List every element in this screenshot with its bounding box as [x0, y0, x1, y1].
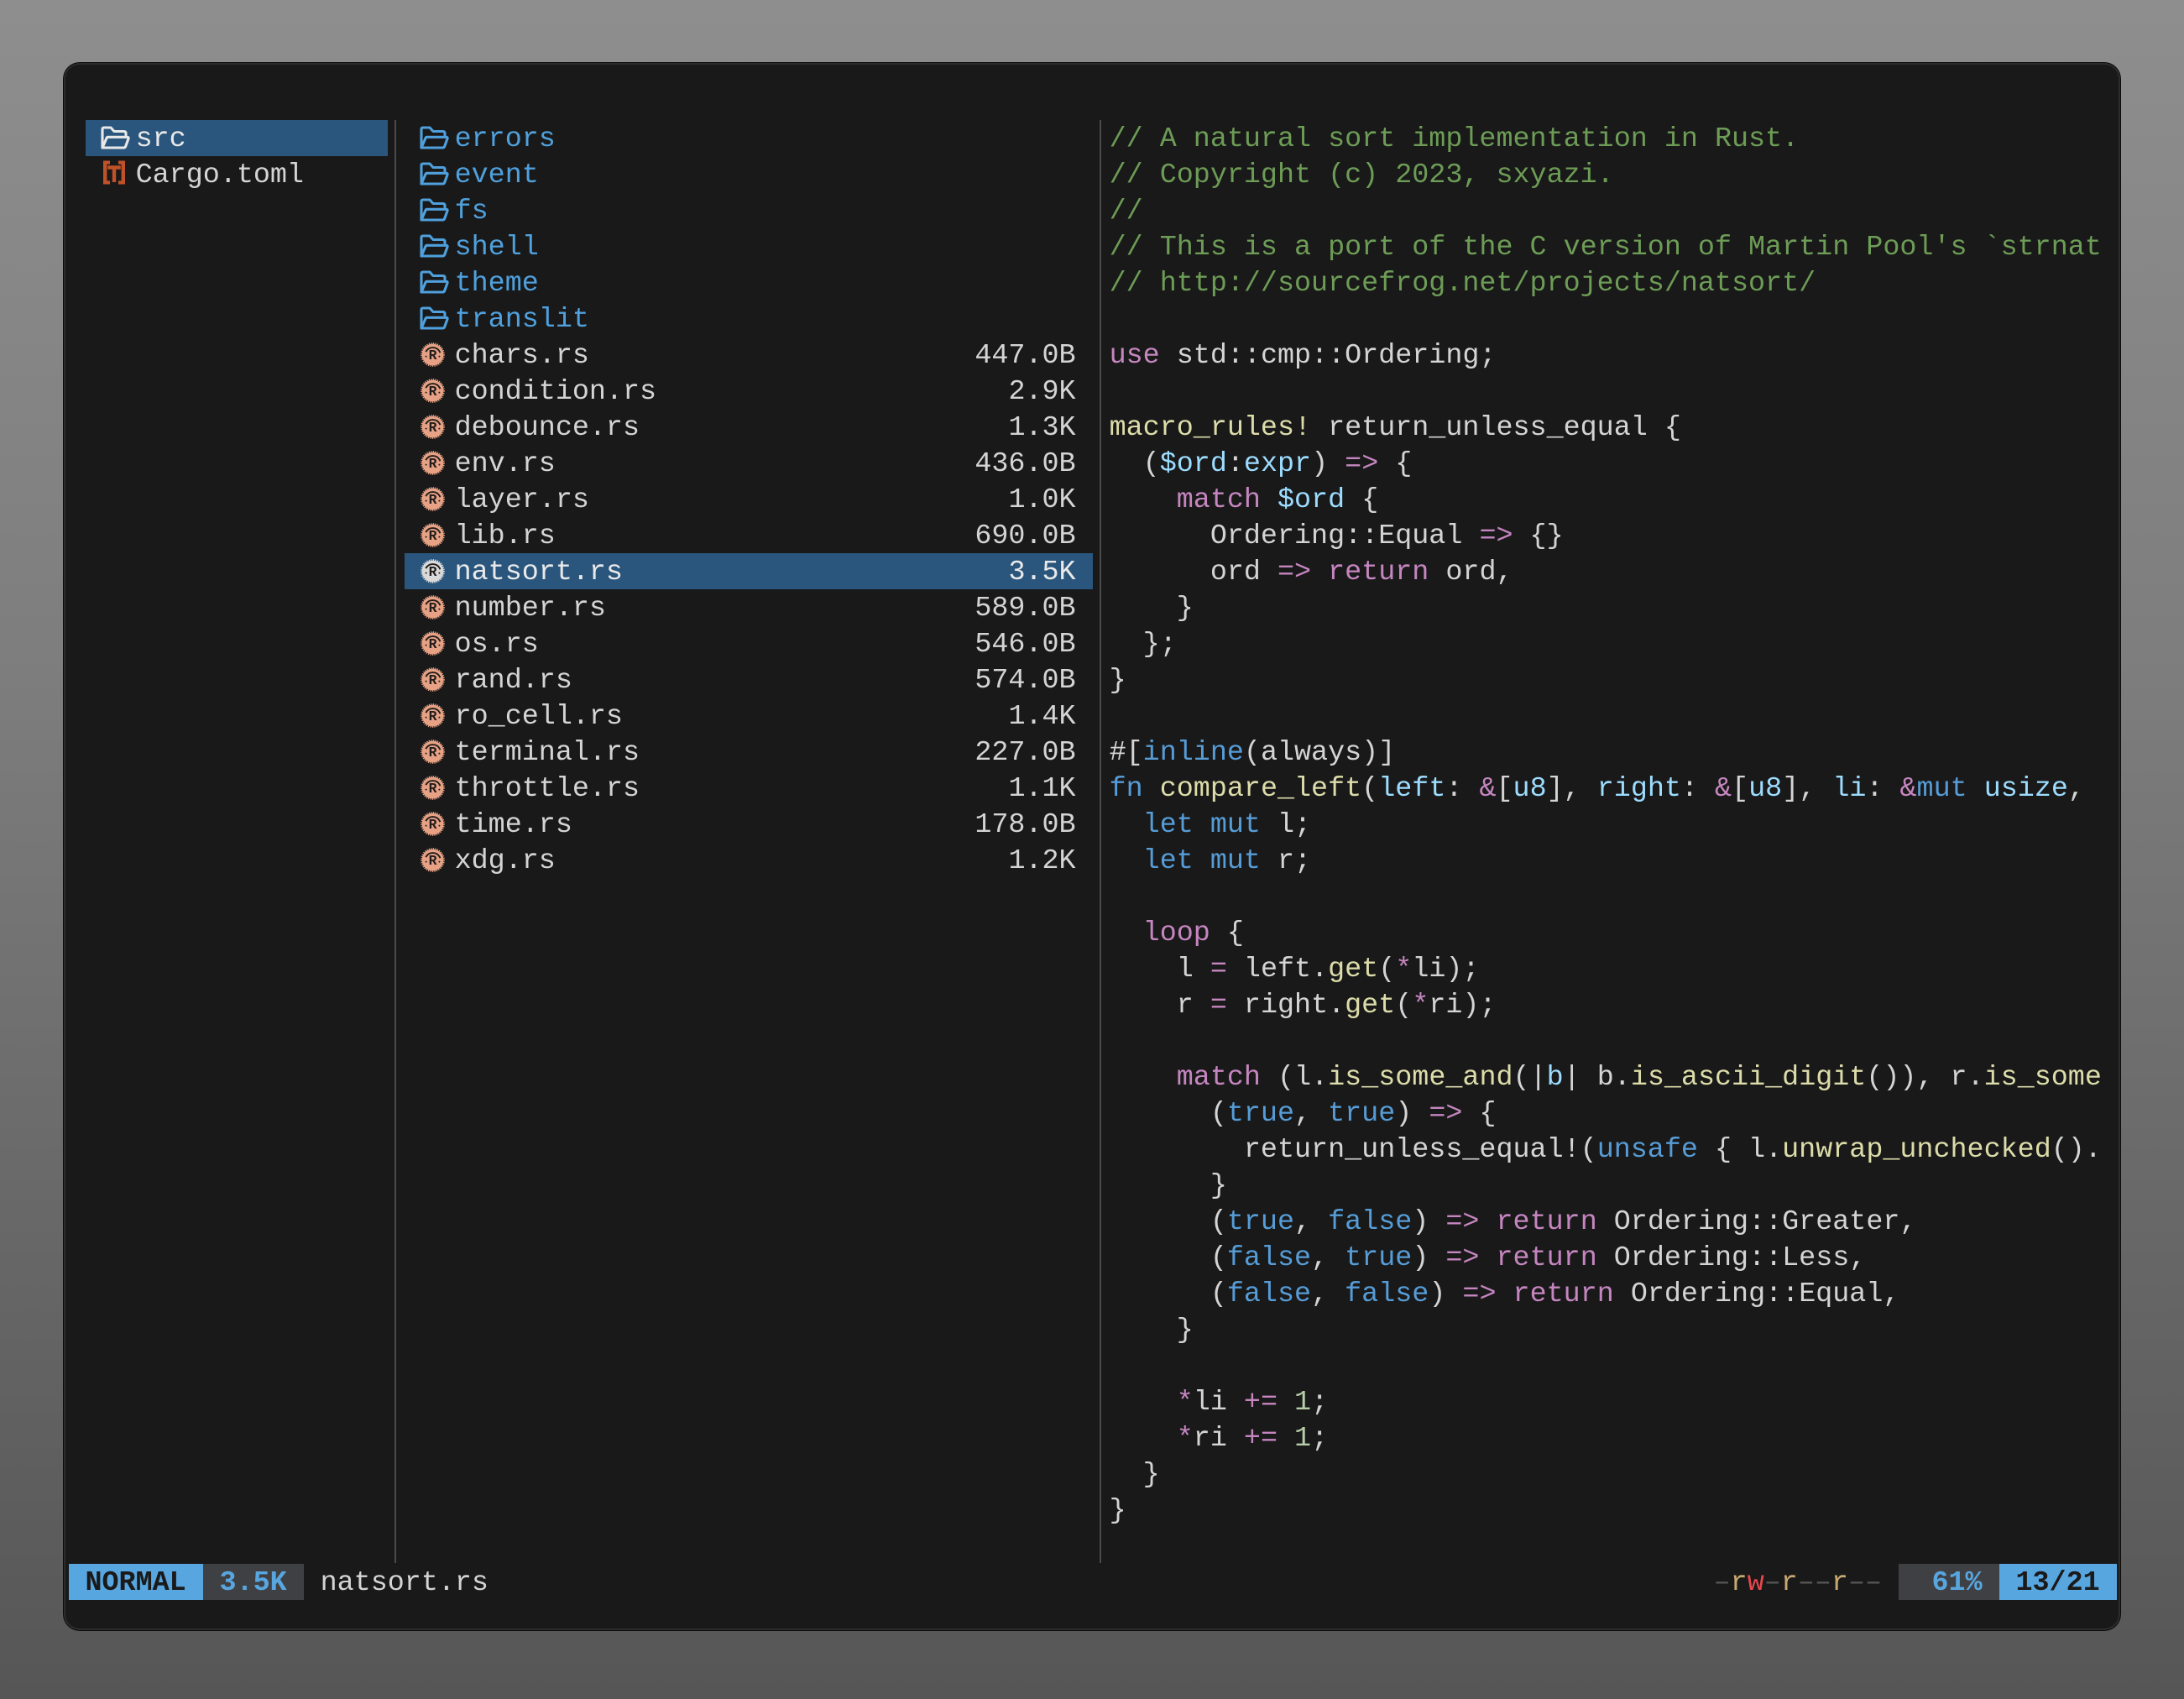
svg-text:R: R — [429, 492, 437, 508]
svg-text:R: R — [429, 817, 437, 833]
svg-text:R: R — [429, 528, 437, 544]
svg-text:R: R — [429, 456, 437, 472]
svg-text:R: R — [429, 420, 437, 436]
svg-text:R: R — [429, 348, 437, 363]
svg-text:R: R — [429, 636, 437, 652]
svg-text:R: R — [429, 745, 437, 761]
svg-text:R: R — [429, 384, 437, 400]
svg-text:R: R — [429, 672, 437, 688]
svg-text:R: R — [429, 853, 437, 869]
svg-text:R: R — [429, 564, 437, 580]
svg-text:R: R — [429, 708, 437, 724]
svg-text:R: R — [429, 600, 437, 616]
svg-text:R: R — [429, 781, 437, 797]
